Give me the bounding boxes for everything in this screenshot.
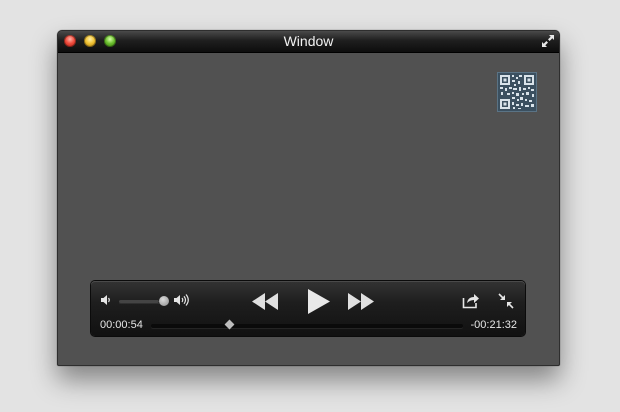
rewind-icon[interactable] bbox=[251, 293, 279, 310]
window-title: Window bbox=[283, 33, 334, 49]
speaker-high-icon[interactable] bbox=[173, 293, 191, 307]
fast-forward-icon[interactable] bbox=[347, 293, 375, 310]
qr-code-icon bbox=[498, 73, 536, 111]
elapsed-time: 00:00:54 bbox=[100, 319, 143, 331]
progress-scrubber[interactable] bbox=[151, 324, 463, 328]
play-icon[interactable] bbox=[306, 288, 332, 315]
volume-knob[interactable] bbox=[159, 296, 169, 306]
volume-level-fill bbox=[119, 300, 159, 303]
shrink-arrows-icon[interactable] bbox=[498, 293, 514, 309]
share-icon[interactable] bbox=[462, 292, 480, 309]
volume-slider[interactable] bbox=[119, 300, 163, 303]
expand-arrows-icon[interactable] bbox=[541, 34, 555, 48]
speaker-low-icon[interactable] bbox=[100, 294, 112, 306]
title-bar[interactable]: Window bbox=[58, 31, 559, 53]
playback-controls: 00:00:54 -00:21:32 bbox=[91, 281, 525, 336]
remaining-time: -00:21:32 bbox=[470, 319, 517, 331]
player-window: Window 00:00:54 -00:21:32 bbox=[57, 30, 560, 366]
